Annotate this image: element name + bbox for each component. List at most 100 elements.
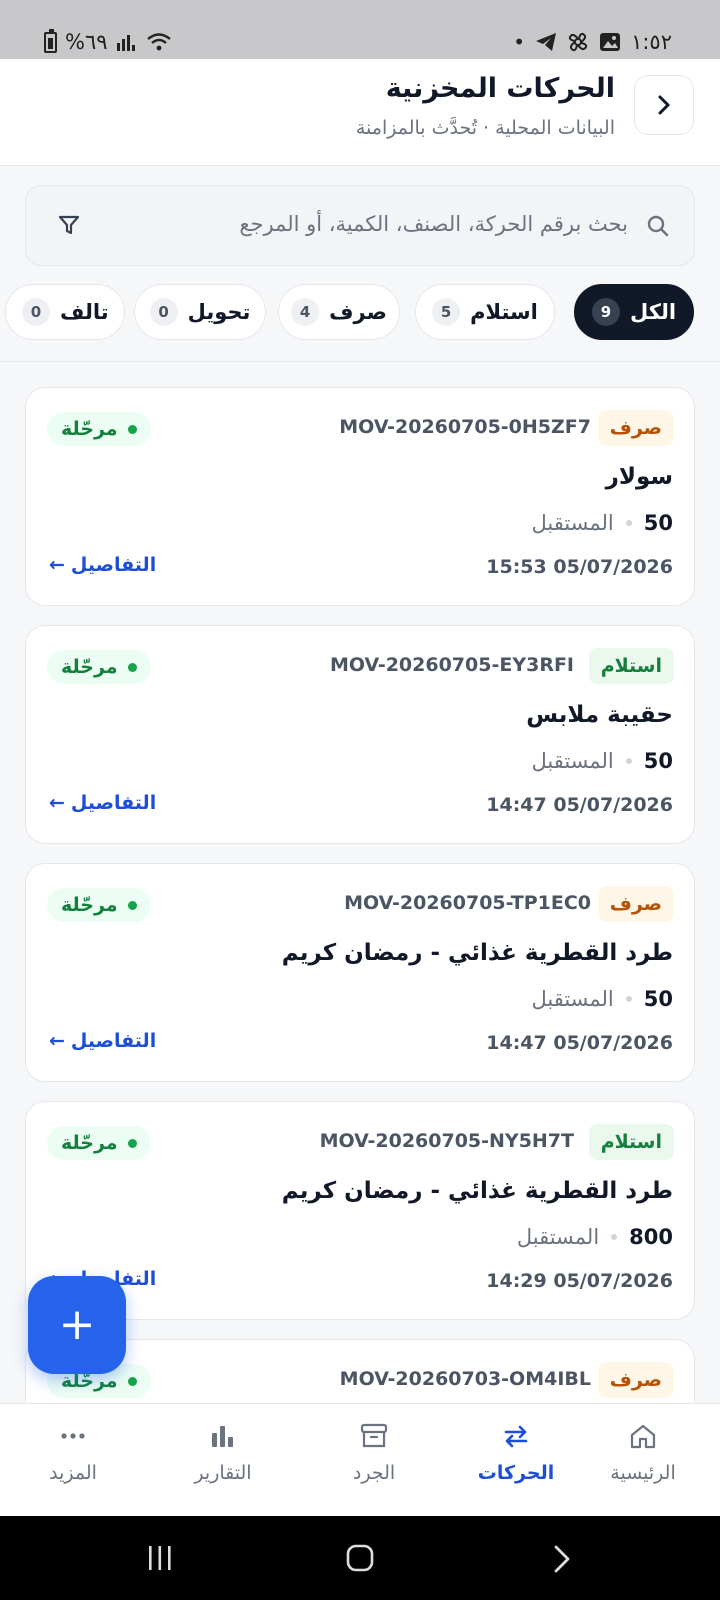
nav-label: التقارير	[194, 1462, 252, 1484]
nav-label: المزيد	[49, 1462, 97, 1484]
details-link[interactable]: التفاصيل←	[49, 792, 156, 814]
chip-label: استلام	[470, 300, 538, 324]
chip-label: الكل	[629, 300, 677, 324]
movement-date: 14:47 05/07/2026	[486, 1032, 673, 1054]
status-badge: مرحّلة	[47, 1126, 151, 1160]
gallery-icon	[600, 33, 621, 51]
chip-damaged[interactable]: تالف 0	[5, 284, 125, 340]
home-button-icon[interactable]	[346, 1544, 374, 1572]
movement-code: MOV-20260703-OM4IBL	[339, 1368, 591, 1390]
movement-card[interactable]: استلام MOV-20260705-NY5H7T مرحّلة طرد ال…	[25, 1101, 695, 1320]
details-label: التفاصيل	[70, 792, 157, 814]
signal-icon	[116, 35, 135, 51]
status-label: مرحّلة	[61, 656, 118, 678]
nav-movements[interactable]: الحركات	[451, 1420, 581, 1484]
details-label: التفاصيل	[70, 554, 157, 576]
search-placeholder: بحث برقم الحركة، الصنف، الكمية، أو المرج…	[239, 212, 628, 236]
quantity: 50	[643, 987, 673, 1011]
type-badge: صرف	[597, 410, 674, 446]
separator-dot	[611, 1234, 618, 1240]
chip-count: 0	[149, 298, 178, 326]
arrow-left-icon: ←	[49, 792, 65, 814]
movement-card[interactable]: صرف MOV-20260705-TP1EC0 مرحّلة طرد القطر…	[25, 863, 695, 1082]
chip-issue[interactable]: صرف 4	[278, 284, 400, 340]
page-subtitle: البيانات المحلية · تُحدَّث بالمزامنة	[355, 117, 615, 139]
movement-code: MOV-20260705-NY5H7T	[319, 1130, 574, 1152]
wifi-icon	[146, 33, 171, 51]
status-dot	[127, 1138, 137, 1148]
quantity-row: 800 المستقبل	[517, 1225, 673, 1249]
nav-reports[interactable]: التقارير	[158, 1420, 288, 1484]
status-right: • ١:٥٢	[513, 30, 672, 54]
item-name: طرد القطرية غذائي - رمضان كريم	[281, 940, 673, 966]
status-label: مرحّلة	[61, 418, 118, 440]
search-input[interactable]: بحث برقم الحركة، الصنف، الكمية، أو المرج…	[25, 185, 695, 266]
chip-transfer[interactable]: تحويل 0	[134, 284, 266, 340]
clock: ١:٥٢	[631, 30, 672, 54]
recent-apps-icon[interactable]	[146, 1544, 174, 1572]
back-nav-icon[interactable]	[552, 1544, 572, 1574]
details-link[interactable]: التفاصيل←	[49, 1030, 156, 1052]
chip-receive[interactable]: استلام 5	[415, 284, 555, 340]
nav-more[interactable]: المزيد	[8, 1420, 138, 1484]
status-label: مرحّلة	[61, 1132, 118, 1154]
chip-label: تحويل	[187, 300, 251, 324]
status-left: %٦٩	[44, 28, 172, 54]
separator-dot	[625, 996, 632, 1002]
movement-card[interactable]: صرف MOV-20260705-0H5ZF7 مرحّلة سولار 50 ا…	[25, 387, 695, 606]
movement-date: 14:47 05/07/2026	[486, 794, 673, 816]
status-dot	[127, 662, 137, 672]
section-divider	[0, 361, 720, 362]
back-button[interactable]	[634, 75, 694, 135]
movement-card[interactable]: استلام MOV-20260705-EY3RFI مرحّلة حقيبة …	[25, 625, 695, 844]
item-name: طرد القطرية غذائي - رمضان كريم	[281, 1178, 673, 1204]
archive-box-icon	[360, 1423, 388, 1448]
nav-label: الجرد	[352, 1462, 396, 1484]
system-nav-bar	[0, 1516, 720, 1600]
arrow-left-icon: ←	[49, 554, 65, 576]
notification-dot-icon: •	[513, 30, 526, 54]
chip-count: 4	[291, 298, 320, 326]
add-movement-button[interactable]: +	[28, 1276, 126, 1374]
chip-count: 0	[22, 298, 50, 326]
status-badge: مرحّلة	[47, 650, 151, 684]
filter-icon[interactable]	[58, 214, 80, 236]
quantity: 50	[643, 511, 673, 535]
destination: المستقبل	[531, 511, 614, 535]
quantity: 50	[643, 749, 673, 773]
chip-count: 5	[432, 298, 461, 326]
fan-icon	[568, 32, 588, 52]
quantity-row: 50 المستقبل	[531, 511, 673, 535]
battery-level: %٦٩	[65, 30, 108, 54]
destination: المستقبل	[531, 987, 614, 1011]
quantity: 800	[629, 1225, 673, 1249]
battery-icon	[44, 28, 57, 53]
chip-count: 9	[591, 298, 620, 326]
status-dot	[127, 900, 137, 910]
chip-all[interactable]: الكل 9	[574, 284, 694, 340]
movement-code: MOV-20260705-0H5ZF7	[339, 416, 591, 438]
more-dots-icon	[61, 1433, 85, 1439]
separator-dot	[625, 520, 632, 526]
search-icon	[647, 215, 669, 237]
nav-label: الحركات	[477, 1462, 555, 1484]
arrows-swap-icon	[504, 1425, 528, 1448]
separator-dot	[625, 758, 632, 764]
chip-label: صرف	[329, 300, 387, 324]
status-bar: %٦٩ • ١:٥٢	[0, 0, 720, 59]
status-dot	[127, 424, 137, 434]
destination: المستقبل	[531, 749, 614, 773]
details-link[interactable]: التفاصيل←	[49, 554, 156, 576]
details-label: التفاصيل	[70, 1030, 157, 1052]
movement-code: MOV-20260705-TP1EC0	[344, 892, 591, 914]
type-badge: استلام	[588, 648, 674, 684]
app-header: الحركات المخزنية البيانات المحلية · تُحد…	[0, 59, 720, 166]
movement-code: MOV-20260705-EY3RFI	[329, 654, 574, 676]
nav-home[interactable]: الرئيسية	[578, 1420, 708, 1484]
bar-chart-icon	[212, 1426, 233, 1447]
bottom-nav: المزيد التقارير الجرد الحركات الرئيسية	[0, 1403, 720, 1516]
nav-inventory[interactable]: الجرد	[309, 1420, 439, 1484]
type-badge: صرف	[597, 886, 674, 922]
item-name: حقيبة ملابس	[526, 702, 673, 728]
status-label: مرحّلة	[61, 894, 118, 916]
